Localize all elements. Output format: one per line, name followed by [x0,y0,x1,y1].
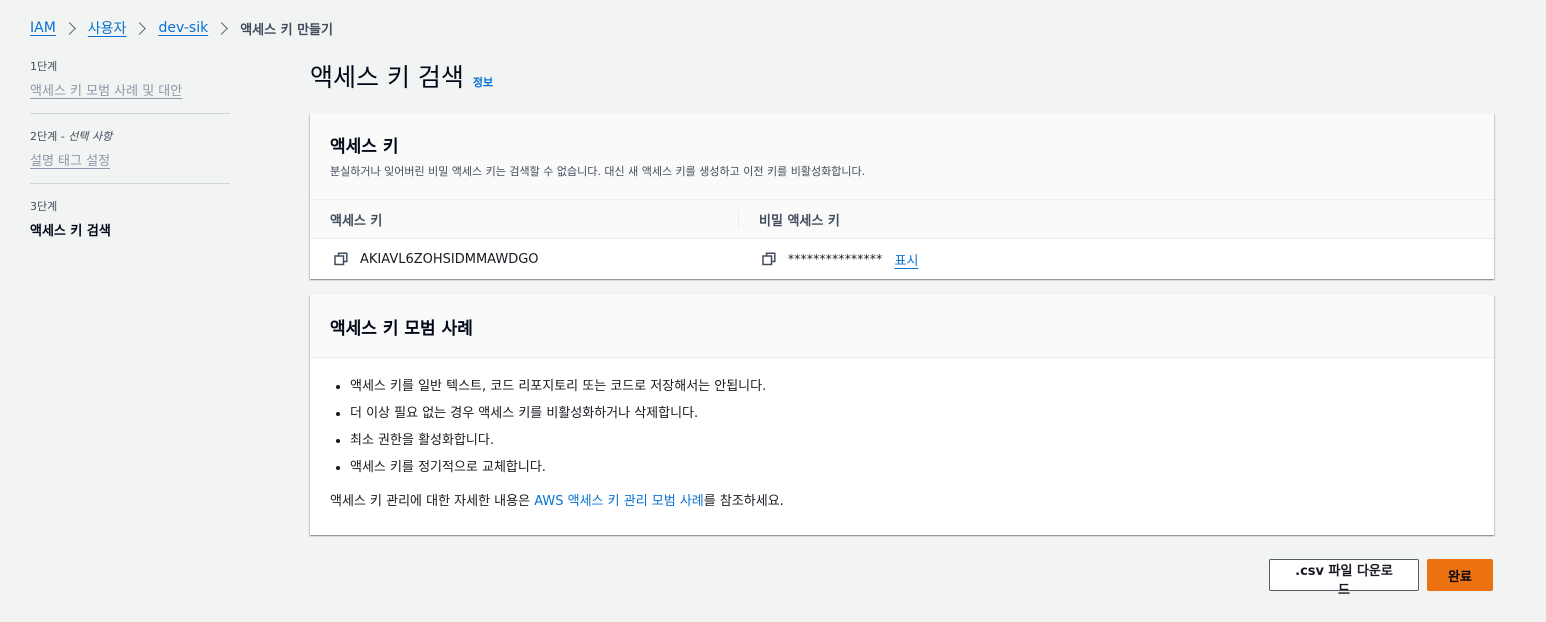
chevron-right-icon [133,21,147,35]
copy-icon[interactable] [762,252,776,266]
breadcrumb-current: 액세스 키 만들기 [240,22,333,38]
main-content: 액세스 키 검색 정보 액세스 키 분실하거나 잊어버린 비밀 액세스 키는 검… [310,58,1494,551]
copy-icon[interactable] [334,252,348,266]
card-title: 액세스 키 모범 사례 [330,318,473,339]
list-item: 액세스 키를 정기적으로 교체합니다. [350,459,1474,476]
step-number: 1단계 [30,60,58,73]
access-key-cell: AKIAVL6ZOHSIDMMAWDGO [310,252,738,267]
access-key-value: AKIAVL6ZOHSIDMMAWDGO [360,251,539,267]
card-header: 액세스 키 모범 사례 [310,295,1494,358]
step-1: 1단계 액세스 키 모범 사례 및 대안 [30,58,230,114]
step-2-link[interactable]: 설명 태그 설정 [30,154,110,169]
secret-key-cell: *************** 표시 [738,250,1494,269]
done-button[interactable]: 완료 [1427,559,1493,591]
step-2: 2단계 - 선택 사항 설명 태그 설정 [30,128,230,184]
breadcrumb: IAM 사용자 dev-sik 액세스 키 만들기 [30,18,333,38]
footer-prefix: 액세스 키 관리에 대한 자세한 내용은 [330,494,535,509]
best-practices-list: 액세스 키를 일반 텍스트, 코드 리포지토리 또는 코드로 저장해서는 안됩니… [330,378,1474,476]
list-item: 최소 권한을 활성화합니다. [350,432,1474,449]
step-optional: 선택 사항 [68,130,113,143]
card-header: 액세스 키 분실하거나 잊어버린 비밀 액세스 키는 검색할 수 없습니다. 대… [310,114,1494,200]
step-3: 3단계 액세스 키 검색 [30,198,230,253]
page-header: 액세스 키 검색 정보 [310,58,1494,100]
card-title: 액세스 키 [330,137,399,157]
show-secret-link[interactable]: 표시 [895,250,919,269]
column-header-access-key: 액세스 키 [330,213,383,229]
best-practices-link[interactable]: AWS 액세스 키 관리 모범 사례 [534,494,704,509]
breadcrumb-users[interactable]: 사용자 [88,18,127,38]
card-body: 액세스 키를 일반 텍스트, 코드 리포지토리 또는 코드로 저장해서는 안됩니… [310,358,1494,535]
chevron-right-icon [215,21,229,35]
best-practices-footer: 액세스 키 관리에 대한 자세한 내용은 AWS 액세스 키 관리 모범 사례를… [330,490,1474,509]
chevron-right-icon [62,21,76,35]
step-1-link[interactable]: 액세스 키 모범 사례 및 대안 [30,84,182,99]
breadcrumb-user-dev-sik[interactable]: dev-sik [158,20,208,36]
wizard-steps: 1단계 액세스 키 모범 사례 및 대안 2단계 - 선택 사항 설명 태그 설… [30,58,230,267]
info-link[interactable]: 정보 [473,74,493,90]
step-number: 3단계 [30,200,58,213]
download-csv-button[interactable]: .csv 파일 다운로드 [1269,559,1419,598]
step-3-current: 액세스 키 검색 [30,224,111,239]
secret-key-masked: *************** [788,252,883,266]
step-number: 2단계 - 선택 사항 [30,128,230,144]
breadcrumb-iam[interactable]: IAM [30,20,56,36]
action-bar: .csv 파일 다운로드 완료 [1269,559,1493,598]
step-separator: - [57,130,69,143]
page-title: 액세스 키 검색 [310,63,464,92]
card-description: 분실하거나 잊어버린 비밀 액세스 키는 검색할 수 없습니다. 대신 새 액세… [330,165,866,178]
access-key-card: 액세스 키 분실하거나 잊어버린 비밀 액세스 키는 검색할 수 없습니다. 대… [310,114,1494,279]
list-item: 더 이상 필요 없는 경우 액세스 키를 비활성화하거나 삭제합니다. [350,405,1474,422]
footer-suffix: 를 참조하세요. [703,494,784,509]
list-item: 액세스 키를 일반 텍스트, 코드 리포지토리 또는 코드로 저장해서는 안됩니… [350,378,1474,395]
step-number-text: 2단계 [30,130,58,143]
best-practices-card: 액세스 키 모범 사례 액세스 키를 일반 텍스트, 코드 리포지토리 또는 코… [310,295,1494,535]
column-header-secret-key: 비밀 액세스 키 [738,210,1494,229]
key-table-header: 액세스 키 비밀 액세스 키 [310,200,1494,239]
table-row: AKIAVL6ZOHSIDMMAWDGO *************** 표시 [310,239,1494,279]
